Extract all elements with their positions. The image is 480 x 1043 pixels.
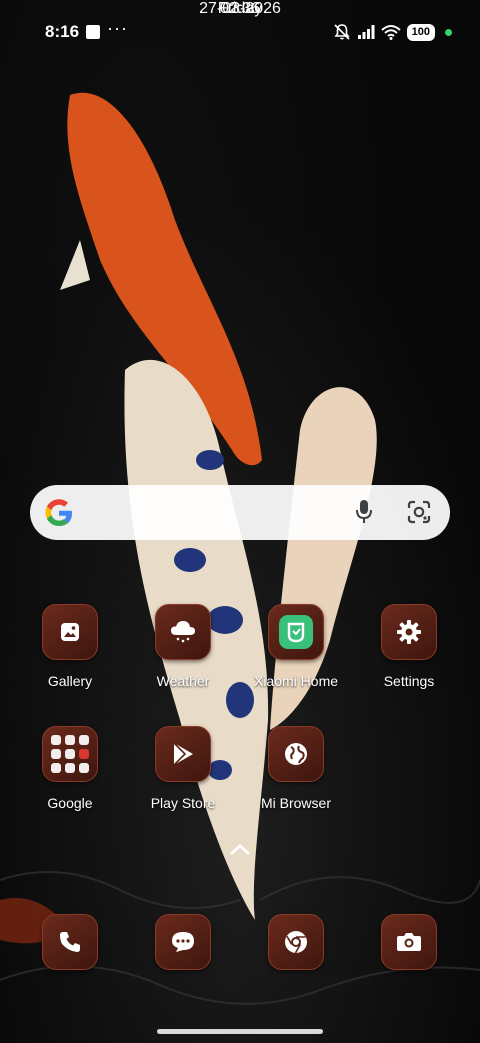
gallery-icon[interactable] — [42, 604, 98, 660]
wifi-icon — [380, 25, 401, 40]
clock-day: Friday — [217, 0, 263, 17]
app-gallery[interactable]: Gallery — [20, 604, 120, 689]
app-label: Weather — [156, 673, 210, 689]
messages-icon[interactable] — [155, 914, 211, 970]
signal-icon — [357, 25, 375, 39]
xiaomi-home-icon[interactable] — [268, 604, 324, 660]
more-notifications-icon: ··· — [107, 18, 128, 38]
notification-icon — [86, 25, 100, 39]
globe-icon[interactable] — [268, 726, 324, 782]
phone-icon[interactable] — [42, 914, 98, 970]
app-play-store[interactable]: Play Store — [133, 726, 233, 811]
app-label: Google — [47, 795, 93, 811]
dock-phone[interactable] — [20, 914, 120, 970]
chrome-icon[interactable] — [268, 914, 324, 970]
app-weather[interactable]: Weather — [133, 604, 233, 689]
status-time: 8:16 — [45, 22, 80, 41]
camera-icon[interactable] — [381, 914, 437, 970]
folder-preview-grid — [51, 735, 89, 773]
dock-camera[interactable] — [359, 914, 459, 970]
app-label: Settings — [383, 673, 435, 689]
app-settings[interactable]: Settings — [359, 604, 459, 689]
dock-chrome[interactable] — [246, 914, 346, 970]
weather-icon[interactable] — [155, 604, 211, 660]
app-xiaomi-home[interactable]: Xiaomi Home — [246, 604, 346, 689]
privacy-dot-icon — [445, 28, 452, 36]
battery-indicator: 100 — [406, 23, 435, 41]
dock-messages[interactable] — [133, 914, 233, 970]
google-folder-icon[interactable] — [42, 726, 98, 782]
gesture-navigation-bar[interactable] — [157, 1029, 323, 1034]
app-google-folder[interactable]: Google — [20, 726, 120, 811]
app-mi-browser[interactable]: Mi Browser — [246, 726, 346, 811]
app-label: Gallery — [47, 673, 93, 689]
chevron-up-icon[interactable] — [229, 842, 251, 856]
app-label: Xiaomi Home — [253, 673, 339, 689]
app-label: Play Store — [150, 795, 216, 811]
google-search-bar[interactable] — [30, 485, 450, 540]
play-store-icon[interactable] — [155, 726, 211, 782]
google-lens-icon[interactable] — [406, 499, 432, 525]
mute-icon — [334, 24, 350, 40]
app-label: Mi Browser — [260, 795, 331, 811]
microphone-icon[interactable] — [354, 499, 374, 525]
google-logo-icon — [45, 499, 72, 526]
gear-icon[interactable] — [381, 604, 437, 660]
